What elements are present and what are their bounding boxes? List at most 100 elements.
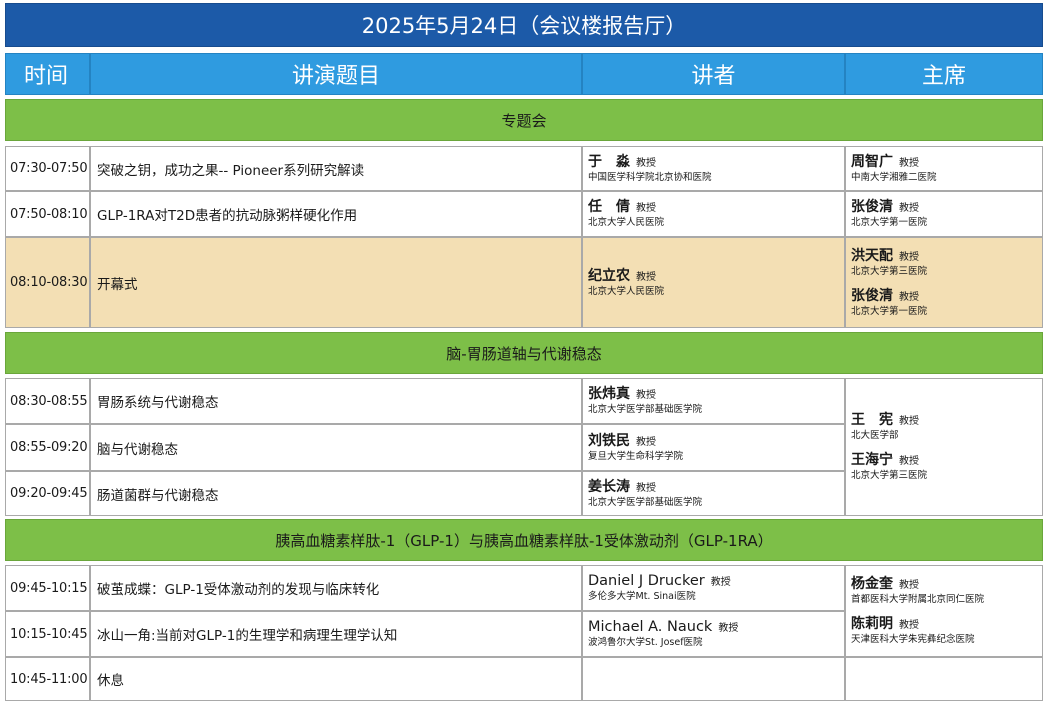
chair-cell: 杨金奎 教授 首都医科大学附属北京同仁医院 陈莉明 教授 天津医科大学朱宪彝纪念医院 — [845, 565, 1043, 657]
topic-cell: GLP-1RA对T2D患者的抗动脉粥样硬化作用 — [90, 191, 582, 237]
chair-title: 教授 — [899, 620, 919, 631]
topic-cell: 突破之钥，成功之果-- Pioneer系列研究解读 — [90, 146, 582, 191]
chair-title: 教授 — [899, 203, 919, 214]
chair: 张俊清 教授 北京大学第一医院 — [846, 199, 927, 229]
chair: 洪天配 教授 北京大学第三医院 — [846, 248, 927, 278]
speaker-affiliation: 北京大学人民医院 — [588, 285, 665, 297]
speaker-name: 姜长涛 — [588, 478, 630, 495]
speaker: 刘铁民 教授 复旦大学生命科学学院 — [583, 433, 683, 463]
time-cell: 10:15-10:45 — [5, 611, 90, 657]
speaker-title: 教授 — [636, 203, 656, 214]
speaker: 于 淼教授 中国医学科学院北京协和医院 — [583, 154, 712, 184]
chair-title: 教授 — [899, 251, 919, 263]
chair-name: 陈莉明 — [851, 616, 893, 632]
topic-cell: 肠道菌群与代谢稳态 — [90, 471, 582, 516]
chair: 陈莉明 教授 天津医科大学朱宪彝纪念医院 — [846, 616, 975, 646]
speaker-title: 教授 — [636, 436, 656, 448]
speaker-affiliation: 复旦大学生命科学学院 — [588, 450, 684, 462]
speaker-name: Michael A. Nauck — [588, 619, 713, 635]
speaker-title: 教授 — [636, 482, 656, 494]
speaker-title: 教授 — [718, 623, 739, 634]
speaker-cell: 于 淼教授 中国医学科学院北京协和医院 — [582, 146, 845, 191]
speaker: 姜长涛 教授 北京大学医学部基础医学院 — [583, 479, 702, 509]
chair-name: 张俊清 — [851, 199, 893, 215]
speaker-name: 于 淼 — [588, 153, 630, 170]
header-topic: 讲演题目 — [90, 53, 582, 95]
speaker-cell: 刘铁民 教授 复旦大学生命科学学院 — [582, 424, 845, 471]
chair-affiliation: 北京大学第一医院 — [851, 305, 928, 317]
time-cell: 08:10-08:30 — [5, 237, 90, 328]
speaker-cell: Daniel J Drucker 教授 多伦多大学Mt. Sinai医院 — [582, 565, 845, 611]
time-cell: 10:45-11:00 — [5, 657, 90, 701]
chair-affiliation: 北大医学部 — [851, 430, 899, 441]
chair-affiliation: 中南大学湘雅二医院 — [851, 171, 937, 183]
topic-cell: 开幕式 — [90, 237, 582, 328]
speaker: Michael A. Nauck 教授 波鸿鲁尔大学St. Josef医院 — [583, 619, 738, 649]
chair-cell: 王 宪教授 北大医学部 王海宁 教授 北京大学第三医院 — [845, 378, 1043, 516]
speaker: 纪立农 教授 北京大学人民医院 — [583, 268, 664, 298]
section-header: 专题会 — [5, 99, 1043, 141]
speaker-name: 张炜真 — [588, 386, 630, 402]
speaker-name: 刘铁民 — [588, 432, 630, 449]
header-chair: 主席 — [845, 53, 1043, 95]
chair-name: 洪天配 — [851, 247, 893, 264]
time-cell: 07:30-07:50 — [5, 146, 90, 191]
time-cell: 08:30-08:55 — [5, 378, 90, 424]
speaker-affiliation: 北京大学人民医院 — [588, 217, 665, 228]
speaker-title: 教授 — [710, 577, 731, 588]
schedule-date-banner: 2025年5月24日（会议楼报告厅） — [5, 3, 1043, 47]
topic-cell: 胃肠系统与代谢稳态 — [90, 378, 582, 424]
speaker: 任 倩教授 北京大学人民医院 — [583, 199, 664, 229]
chair-affiliation: 北京大学第一医院 — [851, 217, 928, 228]
speaker-affiliation: 多伦多大学Mt. Sinai医院 — [588, 591, 696, 602]
speaker: Daniel J Drucker 教授 多伦多大学Mt. Sinai医院 — [583, 573, 731, 603]
speaker-cell: 纪立农 教授 北京大学人民医院 — [582, 237, 845, 328]
chair-title: 教授 — [899, 291, 919, 303]
chair-name: 王海宁 — [851, 452, 893, 468]
chair-name: 王 宪 — [851, 412, 893, 428]
chair-affiliation: 北京大学第三医院 — [851, 470, 928, 481]
speaker-name: Daniel J Drucker — [588, 573, 705, 589]
chair-affiliation: 北京大学第三医院 — [851, 265, 928, 277]
topic-cell: 脑与代谢稳态 — [90, 424, 582, 471]
chair-title: 教授 — [899, 157, 919, 169]
speaker-name: 任 倩 — [588, 199, 630, 215]
speaker-title: 教授 — [636, 271, 656, 283]
time-cell: 09:45-10:15 — [5, 565, 90, 611]
speaker: 张炜真 教授 北京大学医学部基础医学院 — [583, 386, 702, 416]
chair-affiliation: 天津医科大学朱宪彝纪念医院 — [851, 634, 975, 645]
section-header: 脑-胃肠道轴与代谢稳态 — [5, 332, 1043, 374]
chair-title: 教授 — [899, 580, 919, 591]
time-cell: 08:55-09:20 — [5, 424, 90, 471]
chair: 张俊清 教授 北京大学第一医院 — [846, 288, 927, 318]
chair: 周智广 教授 中南大学湘雅二医院 — [846, 154, 937, 184]
speaker-affiliation: 北京大学医学部基础医学院 — [588, 496, 703, 508]
chair-title: 教授 — [899, 416, 919, 427]
topic-cell: 破茧成蝶：GLP-1受体激动剂的发现与临床转化 — [90, 565, 582, 611]
chair-title: 教授 — [899, 456, 919, 467]
time-cell: 07:50-08:10 — [5, 191, 90, 237]
chair-cell: 洪天配 教授 北京大学第三医院 张俊清 教授 北京大学第一医院 — [845, 237, 1043, 328]
section-header: 胰高血糖素样肽-1（GLP-1）与胰高血糖素样肽-1受体激动剂（GLP-1RA） — [5, 519, 1043, 561]
header-speaker: 讲者 — [582, 53, 845, 95]
chair-name: 张俊清 — [851, 287, 893, 304]
chair-name: 杨金奎 — [851, 576, 893, 592]
speaker-title: 教授 — [636, 390, 656, 401]
chair-cell-empty — [845, 657, 1043, 701]
speaker-affiliation: 中国医学科学院北京协和医院 — [588, 171, 712, 183]
speaker-cell: 任 倩教授 北京大学人民医院 — [582, 191, 845, 237]
topic-cell: 休息 — [90, 657, 582, 701]
chair-name: 周智广 — [851, 153, 893, 170]
speaker-name: 纪立农 — [588, 267, 630, 284]
chair-affiliation: 首都医科大学附属北京同仁医院 — [851, 594, 985, 605]
speaker-title: 教授 — [636, 157, 656, 169]
speaker-cell: 姜长涛 教授 北京大学医学部基础医学院 — [582, 471, 845, 516]
chair: 王 宪教授 北大医学部 — [846, 412, 919, 442]
chair-cell: 周智广 教授 中南大学湘雅二医院 — [845, 146, 1043, 191]
topic-cell: 冰山一角:当前对GLP-1的生理学和病理生理学认知 — [90, 611, 582, 657]
speaker-cell-empty — [582, 657, 845, 701]
speaker-affiliation: 北京大学医学部基础医学院 — [588, 404, 703, 415]
header-time: 时间 — [5, 53, 90, 95]
chair: 王海宁 教授 北京大学第三医院 — [846, 452, 927, 482]
chair-cell: 张俊清 教授 北京大学第一医院 — [845, 191, 1043, 237]
